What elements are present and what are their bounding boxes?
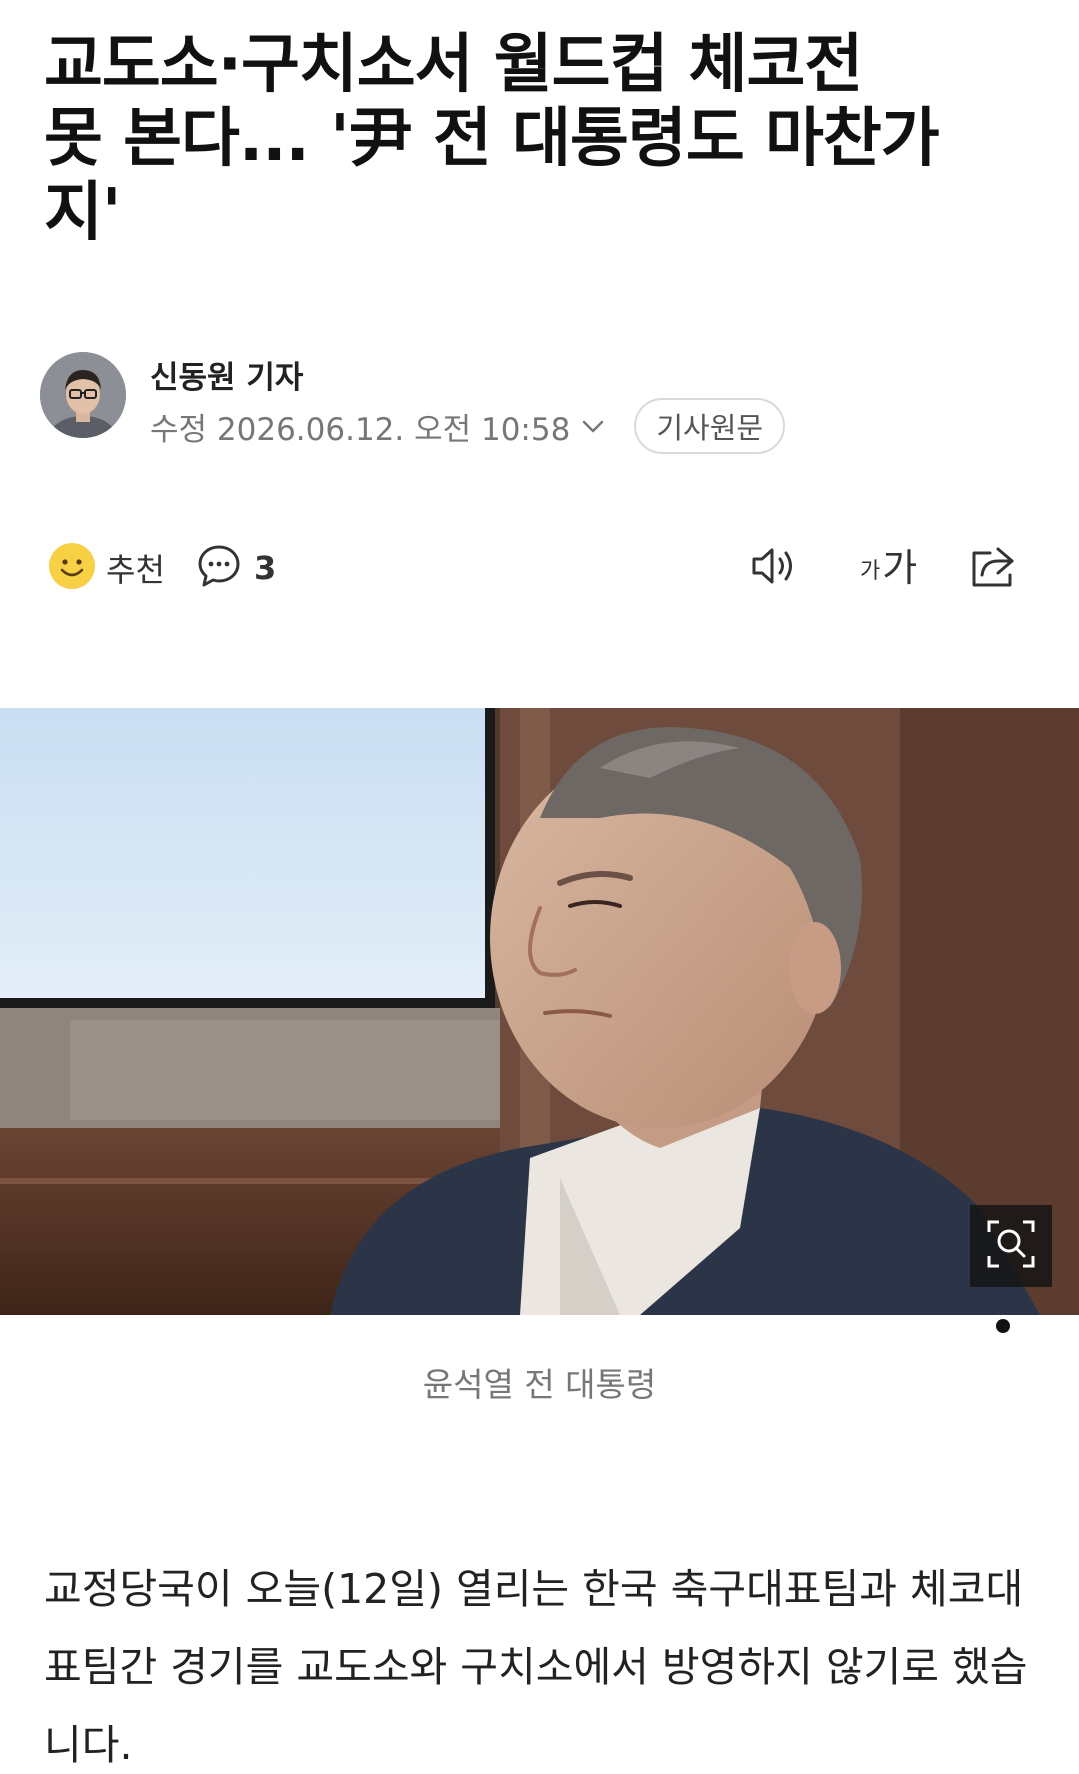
font-size-button[interactable]: 가 가 (860, 535, 917, 601)
meta-row: 수정 2026.06.12. 오전 10:58 기사원문 (150, 398, 786, 454)
photo-caption: 윤석열 전 대통령 (422, 1365, 657, 1404)
share-button[interactable] (968, 535, 1020, 601)
font-size-icon: 가 가 (860, 549, 917, 587)
zoom-search-icon (983, 1216, 1039, 1276)
photo-indicator-dot (996, 1319, 1010, 1333)
share-icon (968, 541, 1020, 595)
article-photo[interactable] (0, 708, 1079, 1315)
tts-button[interactable] (748, 535, 804, 601)
headline-line-1: 교도소·구치소서 월드컵 체코전 (44, 28, 863, 102)
recommend-label: 추천 (106, 551, 165, 589)
comment-count: 3 (254, 549, 277, 587)
comment-button[interactable]: 3 (196, 535, 276, 601)
smile-icon (48, 542, 96, 594)
font-large-glyph: 가 (882, 546, 918, 590)
article-body: 교정당국이 오늘(12일) 열리는 한국 축구대표팀과 체코대표팀간 경기를 교… (44, 1565, 1028, 1769)
original-article-button[interactable]: 기사원문 (634, 398, 786, 454)
chevron-down-icon[interactable] (580, 413, 606, 439)
author-avatar[interactable] (40, 352, 126, 438)
headline-line-2: 못 본다... '尹 전 대통령도 마찬가 (44, 102, 940, 176)
action-bar: 추천 3 가 가 (40, 535, 1040, 601)
comment-bubble-icon (196, 543, 242, 593)
photo-zoom-button[interactable] (970, 1205, 1052, 1287)
recommend-button[interactable]: 추천 (48, 535, 165, 601)
author-name[interactable]: 신동원 기자 (150, 352, 303, 397)
article-headline: 교도소·구치소서 월드컵 체코전 못 본다... '尹 전 대통령도 마찬가 지… (44, 28, 1044, 250)
byline: 신동원 기자 수정 2026.06.12. 오전 10:58 기사원문 (40, 352, 1040, 454)
font-small-glyph: 가 (860, 559, 881, 584)
speaker-icon (748, 542, 804, 594)
headline-line-3: 지' (44, 176, 121, 250)
modified-date: 수정 2026.06.12. 오전 10:58 (150, 411, 571, 448)
